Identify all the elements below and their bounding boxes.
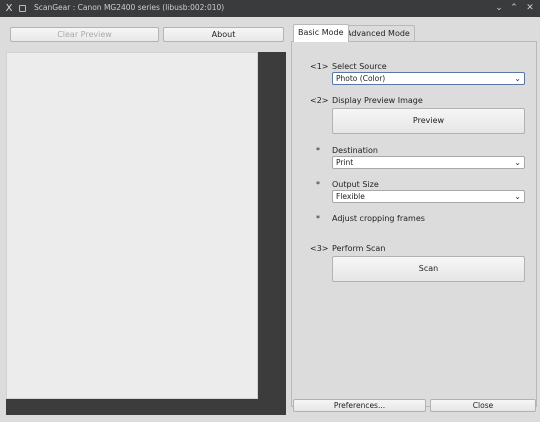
app-icon: X [5, 3, 13, 14]
output-size-label: Output Size [332, 180, 379, 189]
clear-preview-button[interactable]: Clear Preview [10, 27, 159, 42]
close-button[interactable]: Close [430, 399, 536, 412]
cropping-marker: * [316, 214, 320, 223]
chevron-down-icon: ⌄ [514, 158, 521, 167]
basic-mode-panel: <1> Select Source Photo (Color) ⌄ <2> Di… [291, 41, 537, 407]
title-bar[interactable]: X ScanGear : Canon MG2400 series (libusb… [0, 0, 540, 17]
preview-button[interactable]: Preview [332, 108, 525, 134]
tab-basic-mode[interactable]: Basic Mode [293, 24, 349, 42]
perform-scan-label: Perform Scan [332, 244, 386, 253]
destination-label: Destination [332, 146, 378, 155]
scangear-window: Clear Preview About Basic Mode Advanced … [0, 17, 540, 422]
destination-dropdown[interactable]: Print ⌄ [332, 156, 525, 169]
output-size-marker: * [316, 180, 320, 189]
maximize-icon[interactable]: ⌃ [508, 2, 520, 14]
output-size-dropdown[interactable]: Flexible ⌄ [332, 190, 525, 203]
preview-area[interactable] [6, 52, 286, 415]
window-title: ScanGear : Canon MG2400 series (libusb:0… [34, 3, 225, 12]
chevron-down-icon: ⌄ [514, 74, 521, 83]
select-source-dropdown[interactable]: Photo (Color) ⌄ [332, 72, 525, 85]
output-size-value: Flexible [336, 192, 365, 201]
step3-marker: <3> [310, 244, 329, 253]
about-button[interactable]: About [163, 27, 284, 42]
close-window-icon[interactable]: ✕ [524, 2, 536, 14]
display-preview-label: Display Preview Image [332, 96, 423, 105]
adjust-cropping-label: Adjust cropping frames [332, 214, 425, 223]
select-source-label: Select Source [332, 62, 387, 71]
destination-marker: * [316, 146, 320, 155]
minimize-icon[interactable]: ⌄ [493, 2, 505, 14]
select-source-value: Photo (Color) [336, 74, 386, 83]
chevron-down-icon: ⌄ [514, 192, 521, 201]
preview-canvas[interactable] [6, 52, 258, 399]
destination-value: Print [336, 158, 354, 167]
step2-marker: <2> [310, 96, 329, 105]
preferences-button[interactable]: Preferences... [293, 399, 426, 412]
step1-marker: <1> [310, 62, 329, 71]
pin-icon[interactable] [19, 5, 26, 12]
tab-advanced-mode[interactable]: Advanced Mode [341, 25, 415, 41]
scan-button[interactable]: Scan [332, 256, 525, 282]
